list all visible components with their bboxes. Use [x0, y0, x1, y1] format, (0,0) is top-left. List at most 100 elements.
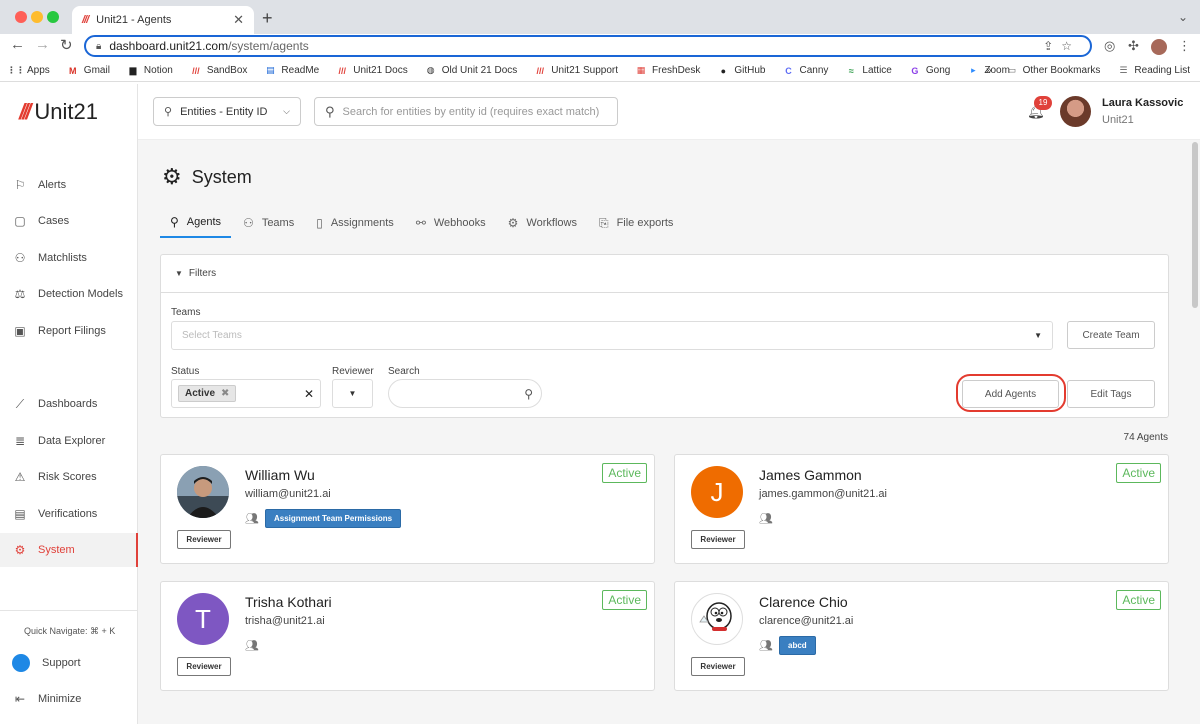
entity-type-select[interactable]: ⚲ Entities - Entity ID ⌵ [153, 97, 301, 126]
window-close-button[interactable] [15, 11, 27, 23]
browser-toolbar: ← → ↻ 🔒︎ dashboard.unit21.com/system/age… [0, 34, 1200, 60]
sidebar-item-data-explorer[interactable]: ≣ Data Explorer [0, 424, 138, 458]
bookmark-lattice[interactable]: ≈ Lattice [845, 65, 892, 77]
clear-status-icon[interactable]: ✕ [304, 387, 314, 401]
reading-list-label: Reading List [1134, 65, 1190, 76]
sidebar-item-cases[interactable]: ▢ Cases [0, 204, 138, 238]
remove-chip-icon[interactable]: ✖ [221, 388, 229, 399]
gear-icon: ⚙ [162, 164, 182, 189]
role-reviewer-button[interactable]: Reviewer [691, 657, 745, 676]
sidebar-item-label: Cases [38, 215, 70, 227]
entity-type-value: Entities - Entity ID [180, 105, 268, 118]
sidebar-item-verifications[interactable]: ▤ Verifications [0, 497, 138, 531]
team-badge[interactable]: Assignment Team Permissions [265, 509, 402, 528]
create-team-button[interactable]: Create Team [1067, 321, 1155, 349]
bookmark-label: Gong [925, 65, 951, 76]
role-reviewer-button[interactable]: Reviewer [177, 657, 231, 676]
bookmark-unit21-docs[interactable]: /// Unit21 Docs [336, 65, 407, 77]
reload-icon[interactable]: ↻ [60, 36, 73, 54]
sidebar-item-support[interactable]: Support [0, 646, 138, 680]
bookmarks-overflow-chevron-icon[interactable]: » [986, 65, 992, 76]
agent-card[interactable]: J James Gammon james.gammon@unit21.ai 👥︎ Rev… [674, 454, 1169, 564]
status-badge: Active [1116, 463, 1161, 483]
team-badge[interactable]: abcd [779, 636, 816, 655]
clipboard-icon: ▯ [316, 216, 323, 230]
agent-search-input[interactable]: ⚲ [388, 379, 542, 408]
user-name[interactable]: Laura Kassovic [1102, 97, 1183, 109]
bookmark-old-unit-21-docs[interactable]: ◍ Old Unit 21 Docs [425, 65, 518, 77]
agent-email: clarence@unit21.ai [759, 615, 854, 627]
teams-select[interactable]: Select Teams ▼ [171, 321, 1053, 350]
scrollbar-thumb[interactable] [1192, 142, 1198, 308]
browser-tab-active[interactable]: /// Unit21 - Agents ✕ [72, 6, 254, 34]
extension-icon[interactable]: ◎ [1104, 38, 1115, 54]
person-icon: ⚲ [170, 215, 179, 229]
bookmark-canny[interactable]: C Canny [783, 65, 828, 77]
bookmark-readme[interactable]: ▤ ReadMe [264, 65, 319, 77]
bookmark-freshdesk[interactable]: ▦ FreshDesk [635, 65, 701, 77]
page-title: ⚙ System [162, 164, 252, 190]
browser-menu-kebab-icon[interactable]: ⋮ [1178, 38, 1191, 54]
bookmark-gmail[interactable]: M Gmail [67, 65, 110, 77]
other-bookmarks-folder[interactable]: ▭ Other Bookmarks [1006, 65, 1100, 77]
back-arrow-icon[interactable]: ← [10, 36, 25, 53]
agent-card[interactable]: Clarence Chio clarence@unit21.ai 👥︎ abcd Rev… [674, 581, 1169, 691]
tab-agents[interactable]: ⚲ Agents [160, 208, 232, 238]
agent-name[interactable]: William Wu [245, 467, 315, 483]
sidebar-item-alerts[interactable]: ⚐ Alerts [0, 168, 138, 202]
tab-label: Assignments [330, 217, 394, 229]
sidebar-item-matchlists[interactable]: ⚇ Matchlists [0, 241, 138, 275]
close-tab-icon[interactable]: ✕ [233, 12, 244, 28]
bookmark-label: Apps [27, 65, 50, 76]
window-minimize-button[interactable] [31, 11, 43, 23]
bookmark-unit21-support[interactable]: /// Unit21 Support [534, 65, 618, 77]
agent-card[interactable]: T Trisha Kothari trisha@unit21.ai 👥︎ Reviewe… [160, 581, 655, 691]
bookmark-sandbox[interactable]: /// SandBox [190, 65, 247, 77]
people-icon: 👥︎ [245, 513, 259, 525]
tab-webhooks[interactable]: ⚯ Webhooks [406, 208, 496, 238]
tab-teams[interactable]: ⚇ Teams [233, 208, 304, 238]
edit-tags-button[interactable]: Edit Tags [1067, 380, 1155, 408]
agent-photo-icon [177, 466, 229, 518]
puzzle-extensions-icon[interactable]: ✣ [1128, 38, 1139, 54]
agent-name[interactable]: Trisha Kothari [245, 594, 332, 610]
bookmark-gong[interactable]: G Gong [909, 65, 950, 77]
filters-toggle[interactable]: ▼ Filters [161, 255, 1168, 293]
sidebar-item-minimize[interactable]: ⇤ Minimize [0, 682, 138, 716]
reading-list[interactable]: ☰ Reading List [1117, 65, 1190, 77]
reviewer-select[interactable]: ▼ [332, 379, 373, 408]
role-reviewer-button[interactable]: Reviewer [691, 530, 745, 549]
sidebar-item-dashboards[interactable]: ⟋ Dashboards [0, 387, 138, 421]
gear-icon: ⚙ [14, 543, 26, 557]
agent-avatar: T [177, 593, 229, 645]
browser-profile-avatar[interactable] [1151, 39, 1167, 55]
sidebar-item-report-filings[interactable]: ▣ Report Filings [0, 314, 138, 348]
sidebar-item-risk-scores[interactable]: ⚠ Risk Scores [0, 460, 138, 494]
page-scrollbar[interactable] [1190, 140, 1200, 724]
share-and-bookmark-star-icon[interactable]: ⇪☆ [1043, 39, 1080, 53]
sidebar-item-detection-models[interactable]: ⚖ Detection Models [0, 277, 138, 311]
agent-name[interactable]: James Gammon [759, 467, 862, 483]
tab-file-exports[interactable]: ⎘ File exports [589, 208, 683, 238]
agent-name[interactable]: Clarence Chio [759, 594, 848, 610]
status-select[interactable]: Active ✖ ✕ [171, 379, 321, 408]
window-maximize-button[interactable] [47, 11, 59, 23]
role-reviewer-button[interactable]: Reviewer [177, 530, 231, 549]
address-bar[interactable]: 🔒︎ dashboard.unit21.com/system/agents ⇪☆ [84, 35, 1092, 57]
tab-search-chevron-icon[interactable]: ⌄ [1178, 10, 1188, 24]
tab-label: Agents [186, 216, 222, 228]
new-tab-icon[interactable]: + [262, 8, 273, 29]
forward-arrow-icon[interactable]: → [35, 36, 50, 53]
bookmark-notion[interactable]: ▆ Notion [127, 65, 172, 77]
unit21-logo[interactable]: /// Unit21 [19, 99, 98, 125]
agent-card[interactable]: William Wu william@unit21.ai 👥︎ Assignment … [160, 454, 655, 564]
sidebar-item-system[interactable]: ⚙ System [0, 533, 138, 567]
bookmark-apps[interactable]: ⋮⋮ Apps [7, 65, 50, 77]
tab-workflows[interactable]: ⚙ Workflows [498, 208, 587, 238]
bookmark-github[interactable]: ● GitHub [717, 65, 766, 77]
bookmark-label: Unit21 Support [551, 65, 619, 76]
user-avatar[interactable] [1060, 96, 1091, 127]
entity-search-input[interactable]: ⚲ Search for entities by entity id (requ… [314, 97, 618, 126]
bookmark-label: Unit21 Docs [353, 65, 408, 76]
tab-assignments[interactable]: ▯ Assignments [306, 208, 404, 238]
